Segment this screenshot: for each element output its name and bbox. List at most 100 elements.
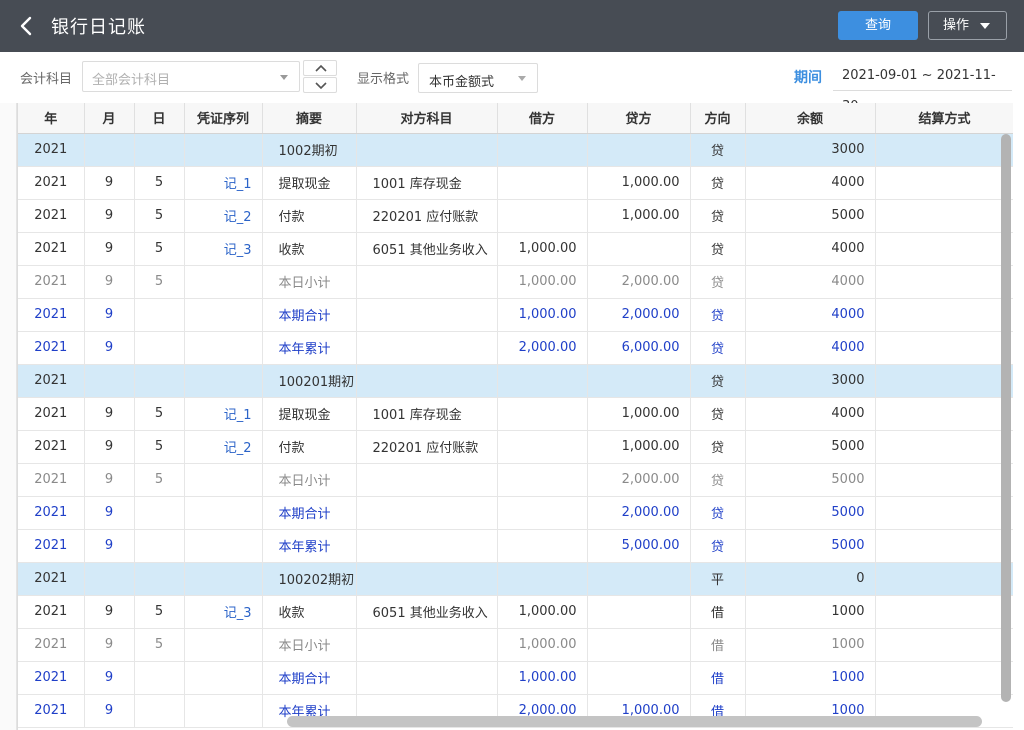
cell-summary: 收款 [262, 595, 357, 629]
column-header[interactable]: 摘要 [262, 103, 357, 134]
cell-year: 2021 [18, 661, 85, 695]
table-row[interactable]: 2021 9 本年累计 2,000.00 6,000.00 贷 4000 [18, 331, 1013, 365]
cell-counter [356, 298, 498, 332]
cell-counter [356, 133, 498, 167]
stepper-up-button[interactable] [303, 60, 337, 76]
table-row[interactable]: 2021 9 5 记_2 付款 220201 应付账款 1,000.00 贷 5000 [18, 430, 1013, 464]
cell-voucher [184, 661, 263, 695]
column-header[interactable]: 凭证序列 [184, 103, 263, 134]
cell-year: 2021 [18, 496, 85, 530]
cell-year: 2021 [18, 331, 85, 365]
cell-counter [356, 628, 498, 662]
cell-balance: 4000 [745, 397, 876, 431]
cell-dir: 贷 [690, 199, 746, 233]
cell-day [134, 694, 185, 728]
cell-balance: 4000 [745, 265, 876, 299]
cell-month: 9 [84, 496, 135, 530]
cell-day: 5 [134, 199, 185, 233]
account-select[interactable]: 全部会计科目 [82, 61, 300, 92]
vertical-scrollbar[interactable] [1001, 134, 1011, 702]
cell-voucher[interactable]: 记_2 [184, 430, 263, 464]
table-row[interactable]: 2021 9 5 记_1 提取现金 1001 库存现金 1,000.00 贷 4000 [18, 397, 1013, 431]
cell-counter [356, 265, 498, 299]
cell-settle [875, 364, 1013, 398]
cell-dir: 贷 [690, 265, 746, 299]
cell-day [134, 562, 185, 596]
horizontal-scrollbar[interactable] [287, 716, 982, 727]
cell-month: 9 [84, 397, 135, 431]
cell-summary: 提取现金 [262, 166, 357, 200]
cell-settle [875, 529, 1013, 563]
table-row[interactable]: 2021 100202期初 平 0 [18, 562, 1013, 596]
cell-settle [875, 430, 1013, 464]
cell-year: 2021 [18, 529, 85, 563]
query-button[interactable]: 查询 [838, 11, 918, 40]
account-stepper[interactable] [303, 60, 337, 93]
table-row[interactable]: 2021 9 5 记_1 提取现金 1001 库存现金 1,000.00 贷 4000 [18, 166, 1013, 200]
back-arrow-icon[interactable] [16, 14, 38, 38]
cell-voucher[interactable]: 记_3 [184, 232, 263, 266]
table-row[interactable]: 2021 100201期初 贷 3000 [18, 364, 1013, 398]
table-row[interactable]: 2021 9 5 记_2 付款 220201 应付账款 1,000.00 贷 5000 [18, 199, 1013, 233]
cell-settle [875, 496, 1013, 530]
table-row[interactable]: 2021 1002期初 贷 3000 [18, 133, 1013, 167]
column-header[interactable]: 对方科目 [356, 103, 498, 134]
period-range-input[interactable]: 2021-09-01 ~ 2021-11-30 [833, 60, 1012, 114]
cell-month: 9 [84, 661, 135, 695]
table-row[interactable]: 2021 9 本期合计 2,000.00 贷 5000 [18, 496, 1013, 530]
column-header[interactable]: 余额 [745, 103, 876, 134]
cell-settle [875, 463, 1013, 497]
cell-dir: 平 [690, 562, 746, 596]
table-row[interactable]: 2021 9 5 本日小计 1,000.00 借 1000 [18, 628, 1013, 662]
cell-balance: 3000 [745, 133, 876, 167]
cell-year: 2021 [18, 133, 85, 167]
cell-credit [587, 133, 691, 167]
column-header[interactable]: 借方 [497, 103, 588, 134]
cell-dir: 贷 [690, 133, 746, 167]
cell-year: 2021 [18, 694, 85, 728]
period-label: 期间 [794, 70, 822, 86]
cell-counter [356, 331, 498, 365]
table-row[interactable]: 2021 9 本年累计 5,000.00 贷 5000 [18, 529, 1013, 563]
operations-dropdown-button[interactable]: 操作 [928, 11, 1007, 40]
column-header[interactable]: 日 [134, 103, 185, 134]
cell-balance: 0 [745, 562, 876, 596]
cell-balance: 1000 [745, 595, 876, 629]
cell-year: 2021 [18, 562, 85, 596]
cell-month: 9 [84, 265, 135, 299]
table-row[interactable]: 2021 9 5 本日小计 1,000.00 2,000.00 贷 4000 [18, 265, 1013, 299]
cell-voucher [184, 496, 263, 530]
cell-balance: 4000 [745, 298, 876, 332]
cell-month: 9 [84, 331, 135, 365]
format-value: 本币金额式 [429, 75, 495, 90]
cell-voucher[interactable]: 记_2 [184, 199, 263, 233]
format-select[interactable]: 本币金额式 [418, 63, 538, 93]
column-header[interactable]: 年 [18, 103, 85, 134]
column-header[interactable]: 方向 [690, 103, 746, 134]
stepper-down-button[interactable] [303, 77, 337, 93]
cell-debit: 1,000.00 [497, 661, 588, 695]
cell-voucher [184, 298, 263, 332]
column-header[interactable]: 贷方 [587, 103, 691, 134]
format-label: 显示格式 [357, 72, 410, 87]
column-header[interactable]: 结算方式 [875, 103, 1013, 134]
table-row[interactable]: 2021 9 5 记_3 收款 6051 其他业务收入 1,000.00 贷 4000 [18, 232, 1013, 266]
table-row[interactable]: 2021 9 5 本日小计 2,000.00 贷 5000 [18, 463, 1013, 497]
column-header[interactable]: 月 [84, 103, 135, 134]
cell-dir: 贷 [690, 298, 746, 332]
chevron-down-icon [280, 75, 288, 80]
cell-month: 9 [84, 430, 135, 464]
cell-voucher[interactable]: 记_1 [184, 397, 263, 431]
cell-credit [587, 595, 691, 629]
cell-counter: 6051 其他业务收入 [356, 595, 498, 629]
cell-balance: 4000 [745, 232, 876, 266]
table-row[interactable]: 2021 9 本期合计 1,000.00 借 1000 [18, 661, 1013, 695]
table-row[interactable]: 2021 9 5 记_3 收款 6051 其他业务收入 1,000.00 借 1000 [18, 595, 1013, 629]
cell-balance: 5000 [745, 463, 876, 497]
cell-voucher[interactable]: 记_1 [184, 166, 263, 200]
cell-voucher[interactable]: 记_3 [184, 595, 263, 629]
cell-day: 5 [134, 463, 185, 497]
cell-summary: 本年累计 [262, 331, 357, 365]
cell-month: 9 [84, 595, 135, 629]
table-row[interactable]: 2021 9 本期合计 1,000.00 2,000.00 贷 4000 [18, 298, 1013, 332]
